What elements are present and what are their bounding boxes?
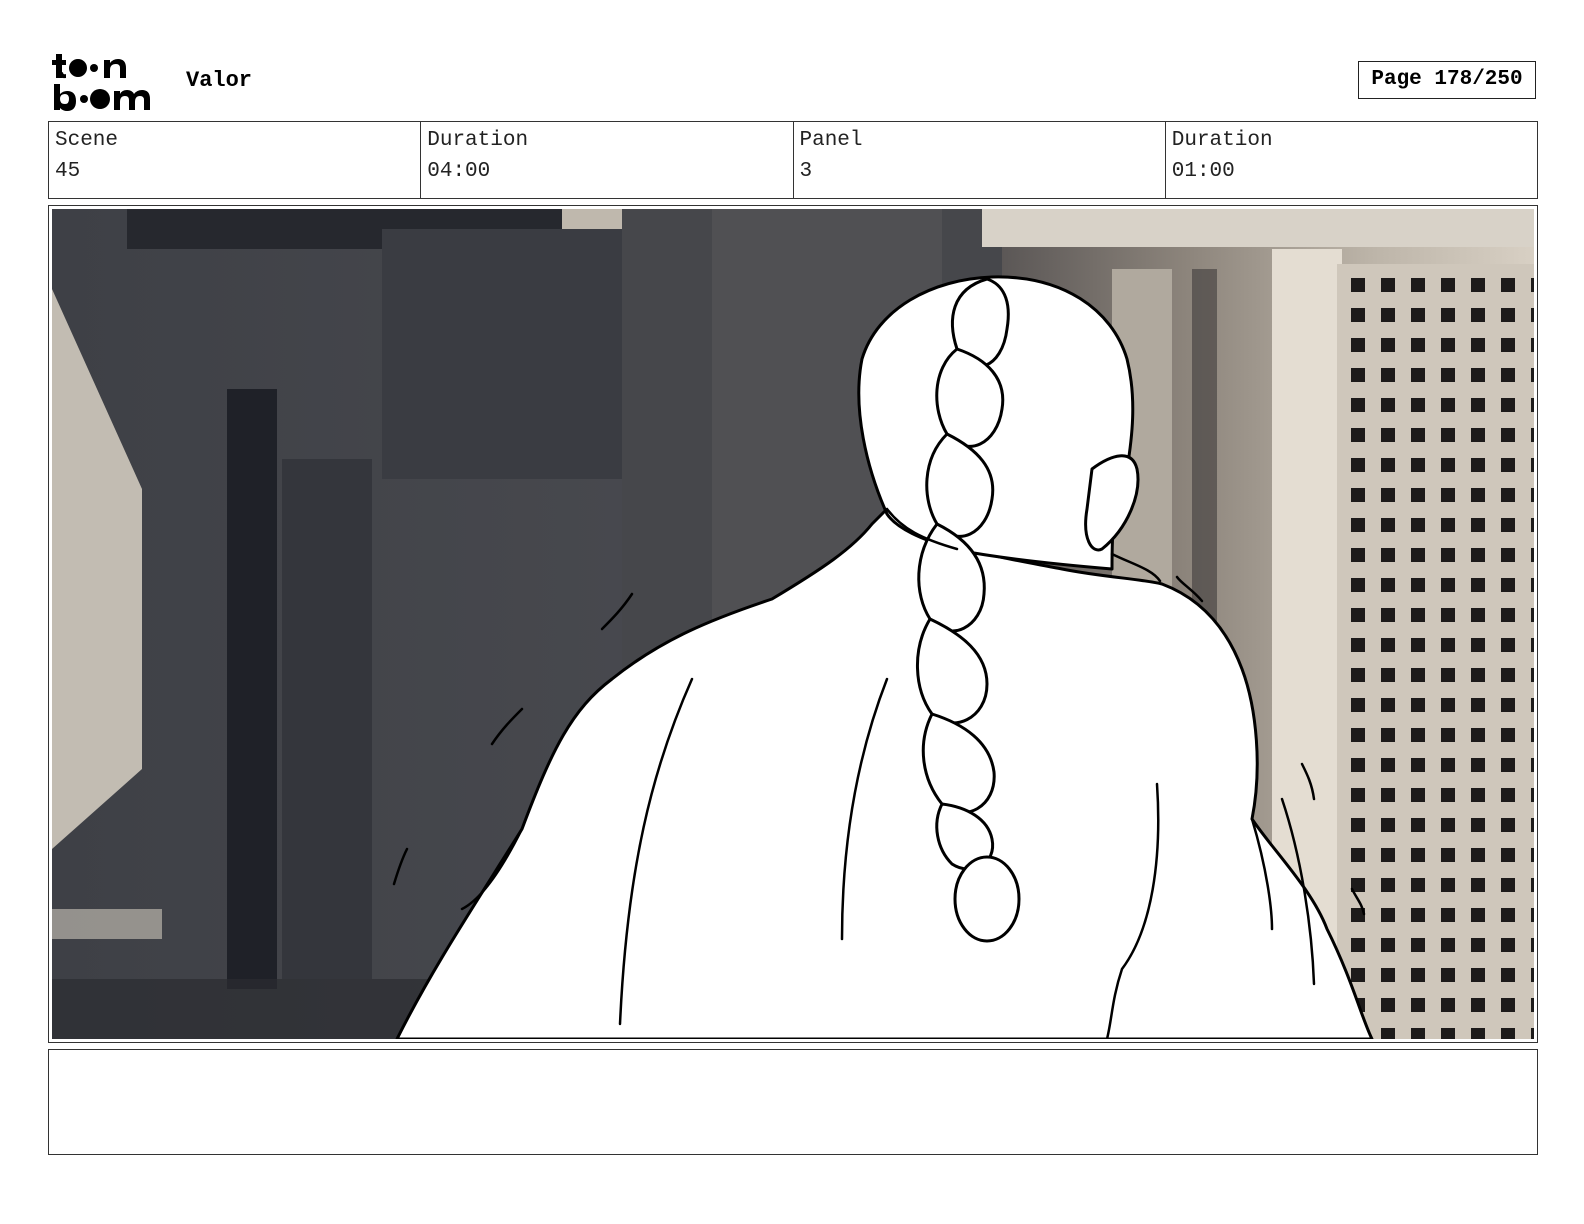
panel-duration-value: 01:00	[1171, 160, 1235, 183]
project-title: Valor	[186, 68, 253, 93]
scene-duration-cell: Duration 04:00	[421, 122, 794, 198]
panel-duration-cell: Duration 01:00	[1166, 122, 1537, 198]
scene-info-table: Scene 45 Duration 04:00 Panel 3 Duration…	[48, 121, 1538, 199]
panel-cell: Panel 3	[794, 122, 1166, 198]
scene-duration-label: Duration	[427, 129, 529, 152]
panel-artwork	[52, 209, 1534, 1039]
panel-duration-label: Duration	[1171, 129, 1273, 152]
toonboom-logo	[52, 54, 150, 111]
page-number: Page 178/250	[1358, 61, 1536, 99]
storyboard-page: Valor Page 178/250 Scene 45 Duration 04:…	[0, 0, 1584, 1224]
lattice-window	[1337, 264, 1534, 1039]
panel-value: 3	[799, 160, 813, 183]
scene-cell: Scene 45	[49, 122, 422, 198]
panel-label: Panel	[799, 129, 863, 152]
scene-value: 45	[55, 160, 81, 183]
scene-duration-value: 04:00	[427, 160, 491, 183]
scene-label: Scene	[55, 129, 119, 152]
panel-notes-box	[48, 1049, 1538, 1155]
